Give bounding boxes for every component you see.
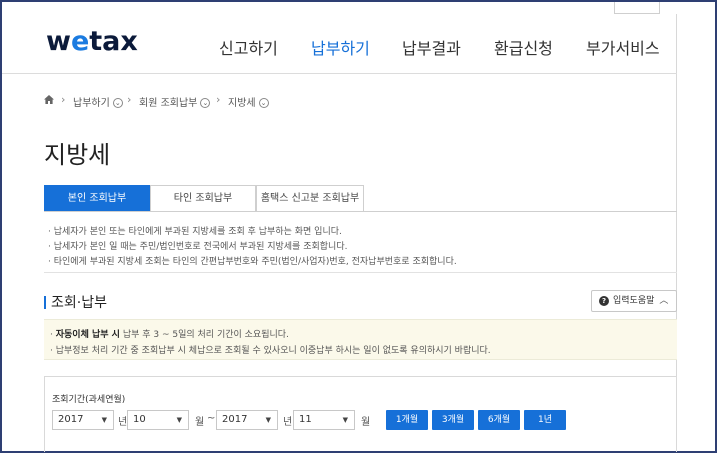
info-line: · 납부정보 처리 기간 중 조회납부 시 체납으로 조회될 수 있사오니 이중… [50,346,491,356]
logo-text-tax: tax [89,26,138,57]
month-unit-label: 월 [195,417,205,428]
select-value: 10 [133,414,146,425]
top-utility-box [614,2,660,14]
breadcrumb-separator-icon: › [61,93,66,106]
info-text: 납부 후 3 ~ 5일의 처리 기간이 소요됩니다. [119,330,289,340]
period-1-month-button[interactable]: 1개월 [386,410,428,430]
period-1-year-button[interactable]: 1년 [524,410,566,430]
period-3-month-button[interactable]: 3개월 [432,410,474,430]
page-title: 지방세 [44,141,111,169]
section-title: 조회·납부 [51,295,107,311]
info-notice-box: · 자동이체 납부 시 납부 후 3 ~ 5일의 처리 기간이 소요됩니다. ·… [44,319,677,360]
tab-underline [44,211,677,212]
period-6-month-button[interactable]: 6개월 [478,410,520,430]
dropdown-arrow-icon: ▼ [101,416,107,424]
nav-payment-result[interactable]: 납부결과 [402,35,461,59]
breadcrumb-separator-icon: › [216,93,221,106]
chevron-down-icon[interactable]: ⌄ [258,98,269,108]
chevron-down-icon[interactable]: ⌄ [112,98,123,108]
tab-self-inquiry[interactable]: 본인 조회납부 [44,185,150,212]
tab-other-inquiry[interactable]: 타인 조회납부 [150,185,256,212]
breadcrumb-item-local-tax[interactable]: 지방세 ⌄ [228,94,269,109]
breadcrumb-item-member[interactable]: 회원 조회납부 ⌄ [139,94,211,109]
range-tilde: ~ [207,413,216,424]
breadcrumb-separator-icon: › [127,93,132,106]
to-year-select[interactable]: 2017 ▼ [216,410,278,430]
from-year-select[interactable]: 2017 ▼ [52,410,114,430]
help-button-label: 입력도움말 [613,296,655,306]
info-bold-text: 자동이체 납부 시 [55,330,120,340]
notice-line: · 타인에게 부과된 지방세 조회는 타인의 간편납부번호와 주민(법인/사업자… [48,257,457,267]
nav-payment[interactable]: 납부하기 [311,35,370,59]
breadcrumb-label: 지방세 [228,98,256,109]
month-unit-label: 월 [361,417,371,428]
select-value: 2017 [222,414,248,425]
logo-text-e: e [70,26,90,57]
dropdown-arrow-icon: ▼ [176,416,182,424]
info-line: · 자동이체 납부 시 납부 후 3 ~ 5일의 처리 기간이 소요됩니다. [50,327,289,340]
breadcrumb-label: 납부하기 [73,98,110,109]
header-divider [2,73,677,74]
select-value: 11 [299,414,312,425]
breadcrumb-item-payment[interactable]: 납부하기 ⌄ [73,94,123,109]
dropdown-arrow-icon: ▼ [342,416,348,424]
wetax-logo[interactable]: wetax [46,26,138,57]
home-icon[interactable] [44,95,54,104]
period-label: 조회기간(과세연월) [52,395,126,405]
input-help-button[interactable]: ? 입력도움말 ︿ [591,290,677,312]
breadcrumb-label: 회원 조회납부 [139,98,198,109]
tab-hometax-inquiry[interactable]: 홈택스 신고분 조회납부 [256,185,364,212]
nav-report[interactable]: 신고하기 [219,35,278,59]
from-month-select[interactable]: 10 ▼ [127,410,189,430]
notice-line: · 납세자가 본인 또는 타인에게 부과된 지방세를 조회 후 납부하는 화면 … [48,227,342,237]
logo-text-w: w [46,26,71,57]
notice-divider [44,272,677,273]
notice-line: · 납세자가 본인 일 때는 주민/법인번호로 전국에서 부과된 지방세를 조회… [48,242,348,252]
select-value: 2017 [58,414,84,425]
year-unit-label: 년 [283,417,293,428]
chevron-up-icon: ︿ [659,296,669,306]
chevron-down-icon[interactable]: ⌄ [200,98,211,108]
question-icon: ? [599,295,609,306]
dropdown-arrow-icon: ▼ [265,416,271,424]
to-month-select[interactable]: 11 ▼ [293,410,355,430]
nav-refund[interactable]: 환급신청 [494,35,553,59]
nav-extra-services[interactable]: 부가서비스 [586,35,660,59]
section-marker [44,296,46,309]
year-unit-label: 년 [118,417,128,428]
